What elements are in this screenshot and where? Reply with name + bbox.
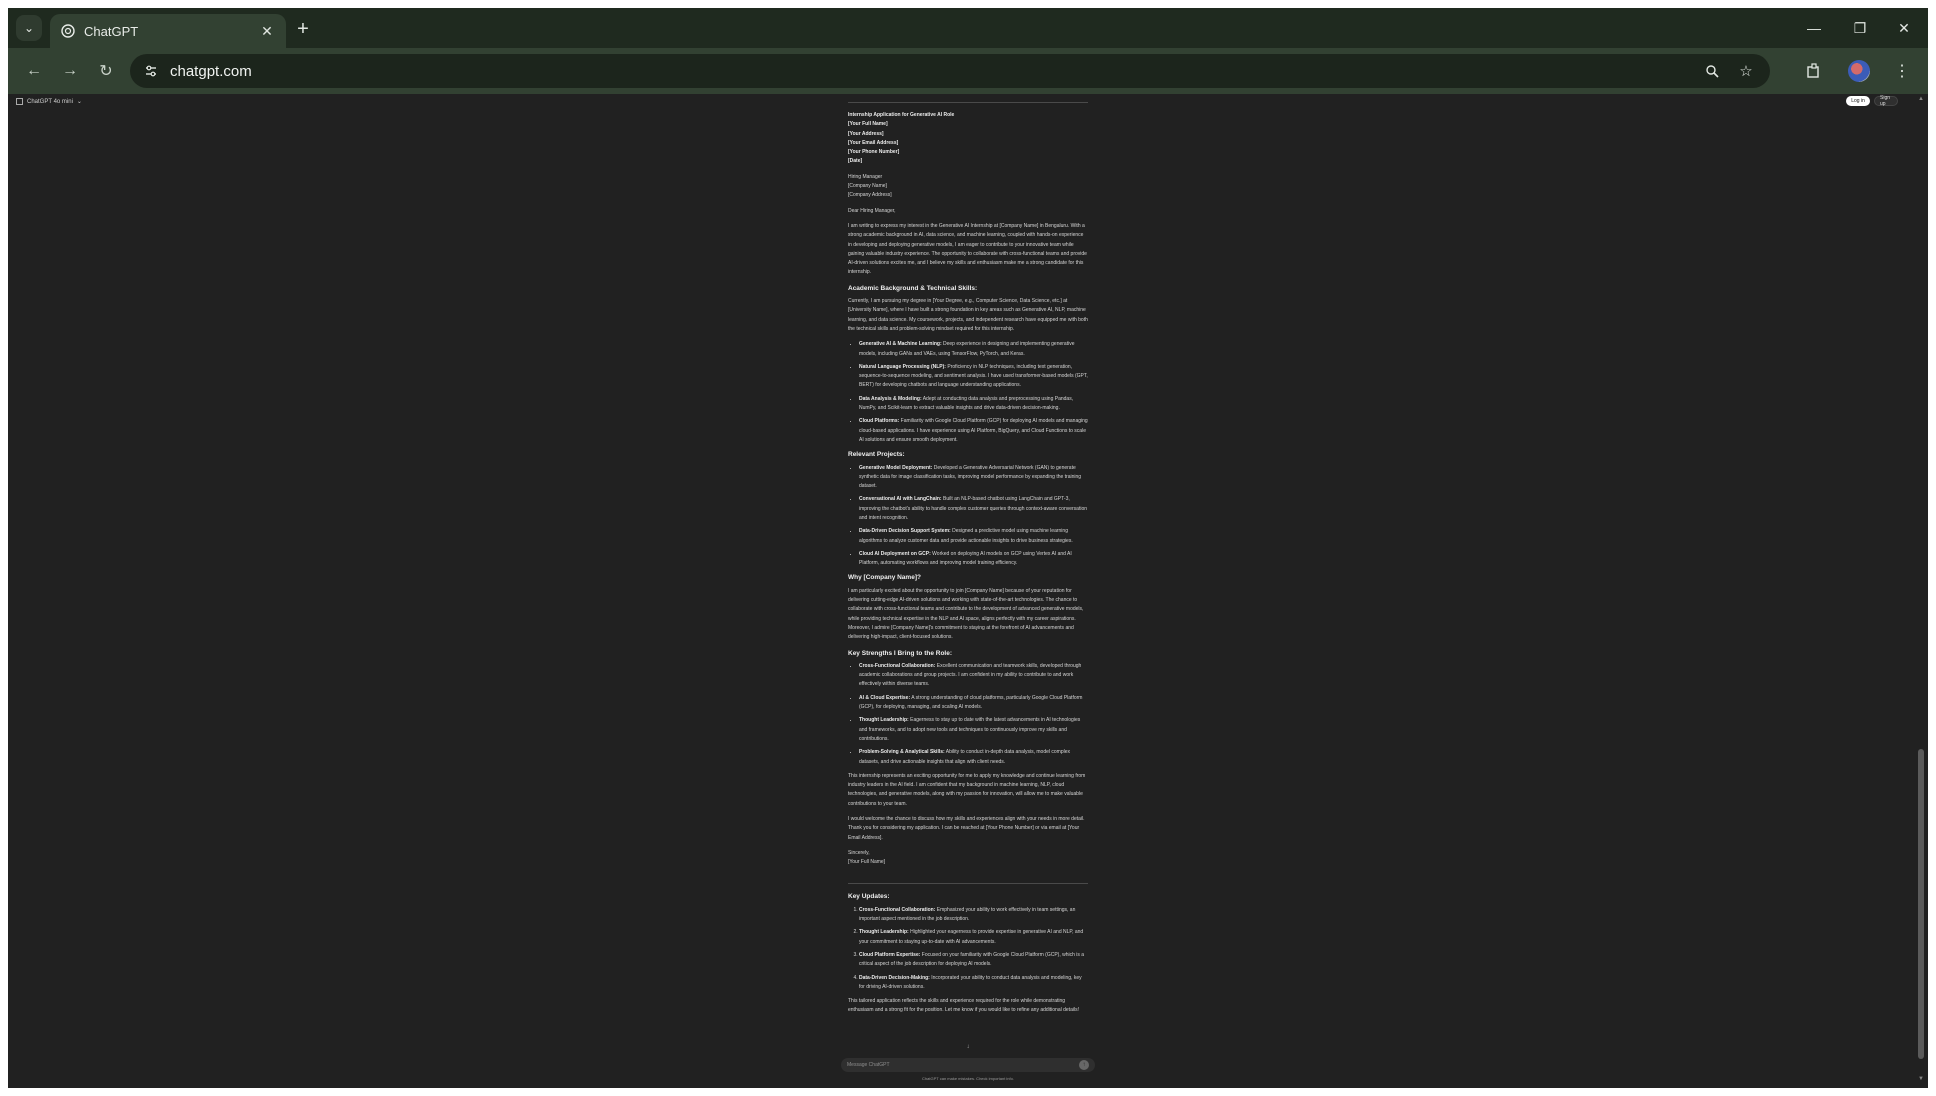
text-line: [Your Phone Number] [848, 149, 900, 156]
closing-paragraphs: This internship represents an exciting o… [848, 772, 1088, 843]
section-title: Key Strengths I Bring to the Role: [848, 649, 953, 657]
disclaimer: ChatGPT can make mistakes. Check importa… [922, 1076, 1014, 1081]
zoom-icon[interactable] [1700, 59, 1724, 83]
text-line: [Your Email Address] [848, 139, 899, 146]
section-list: Generative AI & Machine Learning: Deep e… [848, 340, 1088, 445]
text-line: [Company Name] [848, 183, 887, 190]
list-item: Cloud AI Deployment on GCP: Worked on de… [859, 550, 1088, 569]
profile-avatar[interactable] [1848, 60, 1870, 82]
composer[interactable]: Message ChatGPT ↑ [841, 1058, 1095, 1072]
forward-icon[interactable]: → [56, 57, 84, 85]
list-item: Generative AI & Machine Learning: Deep e… [859, 340, 1088, 359]
section-list: Cross-Functional Collaboration: Excellen… [848, 662, 1088, 767]
signup-button[interactable]: Sign up [1874, 95, 1898, 107]
tab-title: ChatGPT [84, 23, 139, 39]
model-selector[interactable]: ChatGPT 4o mini ⌄ [16, 98, 82, 105]
section-paragraph: I am particularly excited about the oppo… [848, 587, 1084, 641]
list-item: Cloud Platform Expertise: Focused on you… [859, 951, 1088, 970]
text-line: [Date] [848, 158, 863, 165]
scroll-down-icon[interactable]: ↓ [963, 1042, 973, 1052]
signoff: Sincerely, [Your Full Name] [848, 849, 1088, 868]
extensions-icon[interactable] [1800, 57, 1828, 85]
divider [848, 883, 1088, 885]
browser-window: ⌄ ChatGPT ✕ + — ❐ ✕ ← → ↻ chatgpt.com ☆ [8, 8, 1928, 1088]
model-selector-label: ChatGPT 4o mini [27, 98, 73, 105]
tab-chatgpt[interactable]: ChatGPT ✕ [50, 14, 286, 48]
restore-icon[interactable]: ❐ [1838, 14, 1882, 42]
updates-title: Key Updates: [848, 893, 890, 901]
text-line: [Your Address] [848, 130, 884, 137]
text-line: [Your Full Name] [848, 859, 886, 866]
list-item: AI & Cloud Expertise: A strong understan… [859, 694, 1088, 713]
login-button[interactable]: Log in [1846, 96, 1870, 106]
list-item: Data-Driven Decision Support System: Des… [859, 527, 1088, 546]
updates-footer: This tailored application reflects the s… [848, 998, 1079, 1014]
section-list: Generative Model Deployment: Developed a… [848, 464, 1088, 569]
close-icon[interactable]: ✕ [258, 22, 276, 40]
letter-sections: Academic Background & Technical Skills: C… [848, 284, 1088, 767]
url-text: chatgpt.com [170, 62, 252, 80]
updates-list: Cross-Functional Collaboration: Emphasiz… [848, 906, 1088, 992]
star-icon[interactable]: ☆ [1734, 59, 1758, 83]
text-line: Internship Application for Generative AI… [848, 112, 955, 118]
send-icon[interactable]: ↑ [1079, 1060, 1089, 1070]
section-title: Why [Company Name]? [848, 574, 921, 582]
text-line: Hiring Manager [848, 173, 883, 180]
list-item: Data-Driven Decision-Making: Incorporate… [859, 974, 1088, 993]
text-line: [Your Full Name] [848, 121, 888, 128]
close-window-icon[interactable]: ✕ [1882, 14, 1926, 42]
scroll-down-arrow-icon[interactable]: ▼ [1916, 1076, 1926, 1082]
tab-strip: ⌄ ChatGPT ✕ + — ❐ ✕ [8, 8, 1928, 48]
list-item: Generative Model Deployment: Developed a… [859, 464, 1088, 492]
list-item: Cross-Functional Collaboration: Excellen… [859, 662, 1088, 690]
list-item: Cross-Functional Collaboration: Emphasiz… [859, 906, 1088, 925]
section-paragraph: Currently, I am pursuing my degree in [Y… [848, 298, 1088, 332]
salutation: Dear Hiring Manager, [848, 207, 896, 214]
list-item: Cloud Platforms: Familiarity with Google… [859, 417, 1088, 445]
back-icon[interactable]: ← [20, 57, 48, 85]
reload-icon[interactable]: ↻ [92, 57, 120, 85]
closing-paragraph: This internship represents an exciting o… [848, 772, 1086, 807]
site-info-icon[interactable] [142, 62, 160, 80]
list-item: Conversational AI with LangChain: Built … [859, 495, 1088, 523]
list-item: Data Analysis & Modeling: Adept at condu… [859, 395, 1088, 414]
letter-header: Internship Application for Generative AI… [848, 111, 1088, 167]
address-bar[interactable]: chatgpt.com ☆ [130, 54, 1770, 88]
message-input[interactable]: Message ChatGPT [847, 1062, 1079, 1068]
new-chat-icon[interactable] [16, 98, 23, 105]
plus-icon[interactable]: + [290, 16, 316, 42]
more-icon[interactable]: ⋮ [1888, 57, 1916, 85]
minimize-icon[interactable]: — [1792, 14, 1836, 42]
chatgpt-page: ChatGPT 4o mini ⌄ Log in Sign up Interns… [8, 94, 1928, 1088]
text-line: [Company Address] [848, 192, 892, 199]
section-title: Academic Background & Technical Skills: [848, 284, 978, 292]
list-item: Thought Leadership: Eagerness to stay up… [859, 716, 1088, 744]
scroll-up-icon[interactable]: ▲ [1916, 96, 1926, 102]
section-title: Relevant Projects: [848, 451, 905, 459]
openai-favicon-icon [60, 23, 76, 39]
chevron-down-icon: ⌄ [76, 99, 82, 105]
list-item: Natural Language Processing (NLP): Profi… [859, 363, 1088, 391]
closing-paragraph: I would welcome the chance to discuss ho… [848, 816, 1085, 841]
chevron-down-icon[interactable]: ⌄ [16, 15, 42, 41]
browser-toolbar: ← → ↻ chatgpt.com ☆ ⋮ [8, 48, 1928, 94]
intro-paragraph: I am writing to express my interest in t… [848, 222, 1087, 276]
letter-recipient: Hiring Manager [Company Name] [Company Add… [848, 173, 1088, 201]
text-line: Sincerely, [848, 849, 870, 856]
divider [848, 102, 1088, 103]
list-item: Problem-Solving & Analytical Skills: Abi… [859, 748, 1088, 767]
list-item: Thought Leadership: Highlighted your eag… [859, 928, 1088, 947]
scrollbar-thumb[interactable] [1918, 749, 1924, 1059]
chat-message: Internship Application for Generative AI… [848, 94, 1088, 1022]
